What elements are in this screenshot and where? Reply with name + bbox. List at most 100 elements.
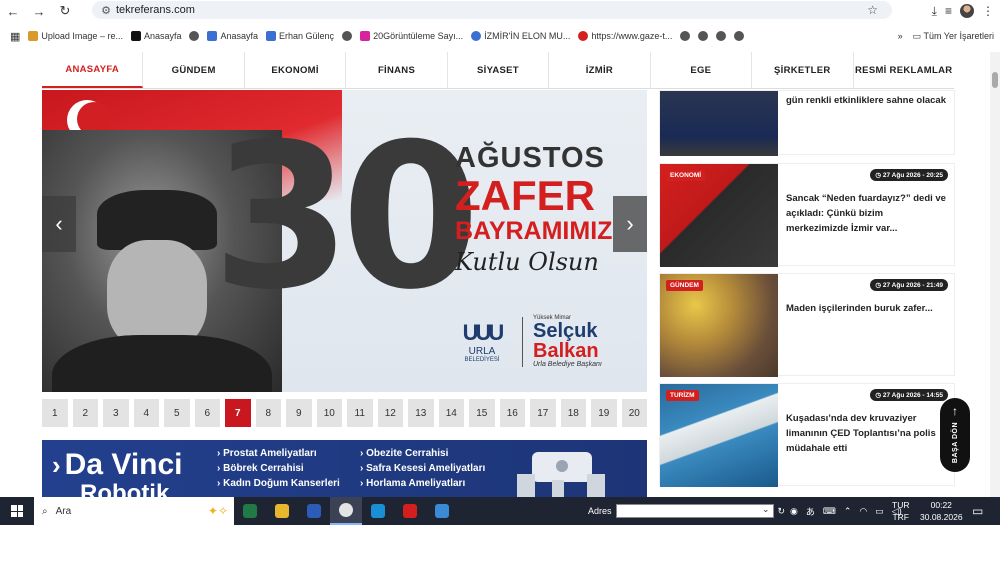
- nav-item-siyaset[interactable]: SİYASET: [448, 52, 550, 88]
- address-bar[interactable]: ⚙ tekreferans.com ☆: [92, 1, 892, 19]
- nav-item-anasayfa[interactable]: ANASAYFA: [42, 52, 144, 88]
- news-title[interactable]: Sancak “Neden fuardayız?” dedi ve açıkla…: [786, 191, 948, 236]
- menu-icon[interactable]: ⋮: [982, 4, 994, 18]
- bookmark-globe-3[interactable]: [716, 31, 727, 41]
- headline-slider[interactable]: 30 AĞUSTOS ZAFER BAYRAMIMIZ Kutlu Olsun …: [42, 90, 647, 392]
- bookmark-5[interactable]: [342, 31, 353, 41]
- page-number-button[interactable]: 17: [530, 399, 556, 427]
- nav-item-gundem[interactable]: GÜNDEM: [143, 52, 245, 88]
- apps-grid-icon[interactable]: ▦: [10, 30, 20, 43]
- bookmark-globe-1[interactable]: [680, 31, 691, 41]
- app-icon[interactable]: [426, 497, 458, 525]
- news-card[interactable]: GÜNDEM ◷ 27 Ağu 2026 - 21:49 Maden işçil…: [659, 273, 955, 377]
- news-category-badge[interactable]: TURİZM: [666, 390, 699, 401]
- chevron-down-icon[interactable]: ⌄: [762, 504, 770, 515]
- news-title[interactable]: Maden işçilerinden buruk zafer...: [786, 301, 948, 316]
- all-bookmarks-folder[interactable]: ▭ Tüm Yer İşaretleri: [913, 31, 994, 42]
- notification-icon[interactable]: ▭: [972, 504, 983, 518]
- back-icon[interactable]: ←: [0, 1, 26, 21]
- whatsapp-icon[interactable]: ◉: [790, 506, 798, 517]
- taskbar-search[interactable]: ⌕ Ara ✦✧: [34, 497, 234, 525]
- page-number-button[interactable]: 15: [469, 399, 495, 427]
- scrollbar-thumb[interactable]: [992, 72, 998, 88]
- nav-item-ekonomi[interactable]: EKONOMİ: [245, 52, 347, 88]
- reading-list-icon[interactable]: ≡: [945, 4, 952, 18]
- language-indicator[interactable]: TUR TRF: [892, 499, 909, 523]
- news-thumbnail[interactable]: EKONOMİ: [660, 164, 778, 267]
- news-thumbnail[interactable]: TURİZM: [660, 384, 778, 487]
- page-number-button[interactable]: 1: [42, 399, 68, 427]
- bookmark-4[interactable]: Erhan Gülenç: [266, 31, 334, 41]
- news-card[interactable]: gün renkli etkinliklere sahne olacak: [659, 90, 955, 156]
- nav-item-sirketler[interactable]: ŞİRKETLER: [752, 52, 854, 88]
- language-icon[interactable]: あ: [806, 505, 815, 518]
- network-icon[interactable]: ▭: [875, 506, 884, 517]
- bookmark-8[interactable]: https://www.gaze-t...: [578, 31, 672, 41]
- bookmark-globe-2[interactable]: [698, 31, 709, 41]
- chrome-icon[interactable]: [330, 497, 362, 525]
- page-number-button[interactable]: 20: [621, 399, 647, 427]
- slider-prev-button[interactable]: ‹: [42, 196, 76, 252]
- edge-icon[interactable]: [362, 497, 394, 525]
- news-category-badge[interactable]: EKONOMİ: [666, 170, 706, 181]
- wifi-icon[interactable]: ◠: [859, 506, 867, 517]
- page-number-button[interactable]: 6: [194, 399, 220, 427]
- start-button[interactable]: [0, 497, 34, 525]
- news-category-badge[interactable]: GÜNDEM: [666, 280, 703, 291]
- page-scrollbar[interactable]: [990, 52, 1000, 497]
- nav-item-finans[interactable]: FİNANS: [346, 52, 448, 88]
- bookmark-3[interactable]: Anasayfa: [207, 31, 258, 41]
- news-card[interactable]: TURİZM ◷ 27 Ağu 2026 - 14:55 Kuşadası’nd…: [659, 383, 955, 487]
- address-input[interactable]: ⌄: [615, 504, 774, 518]
- excel-icon[interactable]: [234, 497, 266, 525]
- page-number-button[interactable]: 19: [591, 399, 617, 427]
- tray-arrow-icon[interactable]: ⌃: [844, 506, 852, 517]
- page-number-button[interactable]: 10: [316, 399, 342, 427]
- bookmark-star-icon[interactable]: ☆: [867, 3, 878, 17]
- opera-icon[interactable]: [394, 497, 426, 525]
- page-number-button[interactable]: 2: [72, 399, 98, 427]
- page-number-button[interactable]: 18: [560, 399, 586, 427]
- bookmark-0[interactable]: Upload Image – re...: [28, 31, 123, 41]
- word-icon[interactable]: [298, 497, 330, 525]
- bookmark-7[interactable]: İZMİR'İN ELON MU...: [471, 31, 570, 41]
- bookmark-1[interactable]: Anasayfa: [130, 31, 181, 41]
- forward-icon[interactable]: →: [26, 1, 52, 21]
- file-explorer-icon[interactable]: [266, 497, 298, 525]
- page-number-button[interactable]: 3: [103, 399, 129, 427]
- slider-next-button[interactable]: ›: [613, 196, 647, 252]
- nav-item-ege[interactable]: EGE: [651, 52, 753, 88]
- site-info-icon[interactable]: ⚙: [96, 4, 116, 17]
- news-thumbnail[interactable]: [660, 91, 778, 156]
- news-title[interactable]: gün renkli etkinliklere sahne olacak: [786, 93, 948, 108]
- page-number-button[interactable]: 5: [164, 399, 190, 427]
- keyboard-icon[interactable]: ⌨: [823, 506, 836, 517]
- page-number-button[interactable]: 4: [133, 399, 159, 427]
- bookmark-2[interactable]: [189, 31, 200, 41]
- back-to-top-button[interactable]: ↑ BAŞA DÖN: [940, 398, 970, 472]
- da-vinci-ad-banner[interactable]: ›Da Vinci Robotik Prostat Ameliyatları B…: [42, 440, 647, 497]
- go-icon[interactable]: ↻: [778, 506, 786, 517]
- page-number-button[interactable]: 12: [377, 399, 403, 427]
- page-number-button[interactable]: 7: [225, 399, 251, 427]
- page-number-button[interactable]: 16: [499, 399, 525, 427]
- reload-icon[interactable]: ↻: [52, 1, 78, 21]
- more-bookmarks-button[interactable]: »: [898, 31, 903, 41]
- page-number-button[interactable]: 11: [347, 399, 373, 427]
- page-number-button[interactable]: 8: [255, 399, 281, 427]
- download-icon[interactable]: ⤓: [932, 4, 937, 19]
- profile-avatar[interactable]: [960, 4, 974, 18]
- system-clock[interactable]: 00:22 30.08.2026: [920, 499, 963, 523]
- page-number-button[interactable]: 13: [408, 399, 434, 427]
- banner-service: Prostat Ameliyatları: [217, 448, 340, 463]
- news-card[interactable]: EKONOMİ ◷ 27 Ağu 2026 - 20:25 Sancak “Ne…: [659, 163, 955, 267]
- page-number-button[interactable]: 9: [286, 399, 312, 427]
- bookmark-6[interactable]: 20Görüntüleme Sayı...: [360, 31, 463, 41]
- news-thumbnail[interactable]: GÜNDEM: [660, 274, 778, 377]
- news-title[interactable]: Kuşadası’nda dev kruvaziyer limanının ÇE…: [786, 411, 948, 456]
- page-number-button[interactable]: 14: [438, 399, 464, 427]
- bookmark-globe-4[interactable]: [734, 31, 745, 41]
- nav-item-resmi-reklamlar[interactable]: RESMİ REKLAMLAR: [854, 52, 954, 88]
- nav-item-izmir[interactable]: İZMİR: [549, 52, 651, 88]
- url-text[interactable]: tekreferans.com: [116, 4, 195, 16]
